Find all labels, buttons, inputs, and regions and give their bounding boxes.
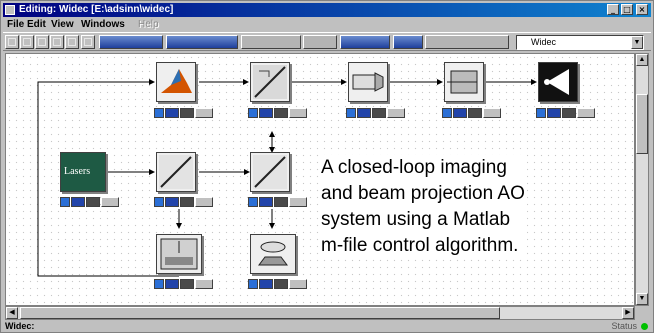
close-button[interactable]: × [636,4,648,15]
telescope-block[interactable] [348,62,388,102]
window-title: Editing: Widec [E:\adsinn\widec] [19,4,174,15]
beamsplitter-block-left[interactable] [156,152,196,192]
telescope-block-ports[interactable] [346,108,408,118]
imaging-camera-block[interactable] [250,234,296,274]
toolbar-button-disabled[interactable] [303,35,337,49]
toolbar-group-blue-4[interactable] [393,35,423,49]
toolbar-group-disabled-2[interactable] [425,35,509,49]
lens-camera-icon [258,241,288,266]
toolbar-group-blue-2[interactable] [166,35,238,49]
lasers-label: Lasers [64,166,91,177]
vertical-scroll-thumb[interactable] [636,94,648,154]
beamsplitter-icon [253,155,287,189]
menu-bar: File Edit View Windows Help [3,18,651,31]
lasers-block-ports[interactable] [60,197,122,207]
app-window: Editing: Widec [E:\adsinn\widec] _ □ × F… [0,0,654,333]
menu-file[interactable]: File [7,18,24,31]
diagram-annotation: A closed-loop imaging and beam projectio… [319,155,527,259]
open-file-button[interactable] [20,35,34,49]
status-label: Status [611,321,637,331]
annotation-line: m-file control algorithm. [321,235,519,256]
menu-view[interactable]: View [51,18,74,31]
beamsplitter-icon [253,65,287,99]
beamsplitter-block-top-ports[interactable] [248,108,310,118]
status-led-icon [641,323,648,330]
horizontal-scroll-thumb[interactable] [20,307,500,319]
annotation-line: A closed-loop imaging [321,157,507,178]
imaging-camera-block-ports[interactable] [248,279,310,289]
model-combo-value: Widec [531,37,557,47]
beamsplitter-icon [159,155,193,189]
tile-button[interactable] [65,35,79,49]
app-icon[interactable] [5,5,15,15]
scroll-right-button[interactable]: ▶ [622,307,634,319]
wavefront-sensor-block[interactable] [156,234,202,274]
scroll-left-button[interactable]: ◀ [6,307,18,319]
beamsplitter-block-left-ports[interactable] [154,197,216,207]
telescope-icon [352,72,384,92]
matlab-logo-icon [161,69,192,93]
deformable-mirror-block-ports[interactable] [442,108,504,118]
target-projection-icon [544,69,569,95]
new-file-button[interactable] [5,35,19,49]
menu-windows[interactable]: Windows [81,18,125,31]
deformable-mirror-block[interactable] [444,62,484,102]
minimize-button[interactable]: _ [607,4,619,15]
mirror-array-icon [447,70,478,94]
title-bar[interactable]: Editing: Widec [E:\adsinn\widec] _ □ × [3,3,651,17]
horizontal-scrollbar[interactable]: ◀ ▶ [5,306,635,320]
save-file-button[interactable] [35,35,49,49]
matlab-block-ports[interactable] [154,108,216,118]
toolbar-group-blue-3[interactable] [340,35,390,49]
beamsplitter-block-right-ports[interactable] [248,197,310,207]
matlab-block[interactable] [156,62,196,102]
maximize-button[interactable]: □ [621,4,633,15]
status-bar: Widec: Status [3,321,651,332]
model-combo[interactable]: Widec ▼ [516,35,644,50]
chevron-down-icon[interactable]: ▼ [631,36,643,49]
toolbar-group-blue-1[interactable] [99,35,163,49]
status-text: Widec: [5,321,35,331]
vertical-scrollbar[interactable]: ▲ ▼ [635,53,649,306]
target-block-ports[interactable] [536,108,598,118]
grid-button[interactable] [50,35,64,49]
scroll-up-button[interactable]: ▲ [636,54,648,66]
menu-edit[interactable]: Edit [27,18,46,31]
beamsplitter-block-right[interactable] [250,152,290,192]
beamsplitter-block-top[interactable] [250,62,290,102]
annotation-line: and beam projection AO [321,183,525,204]
scroll-down-button[interactable]: ▼ [636,293,648,305]
toolbar: Widec ▼ [3,32,651,51]
lasers-block[interactable]: Lasers [60,152,106,192]
toolbar-group-disabled[interactable] [241,35,301,49]
align-button[interactable] [81,35,95,49]
target-block[interactable] [538,62,578,102]
menu-help[interactable]: Help [138,18,159,31]
wavefront-sensor-block-ports[interactable] [154,279,216,289]
annotation-line: system using a Matlab [321,209,511,230]
sensor-icon [160,238,198,270]
